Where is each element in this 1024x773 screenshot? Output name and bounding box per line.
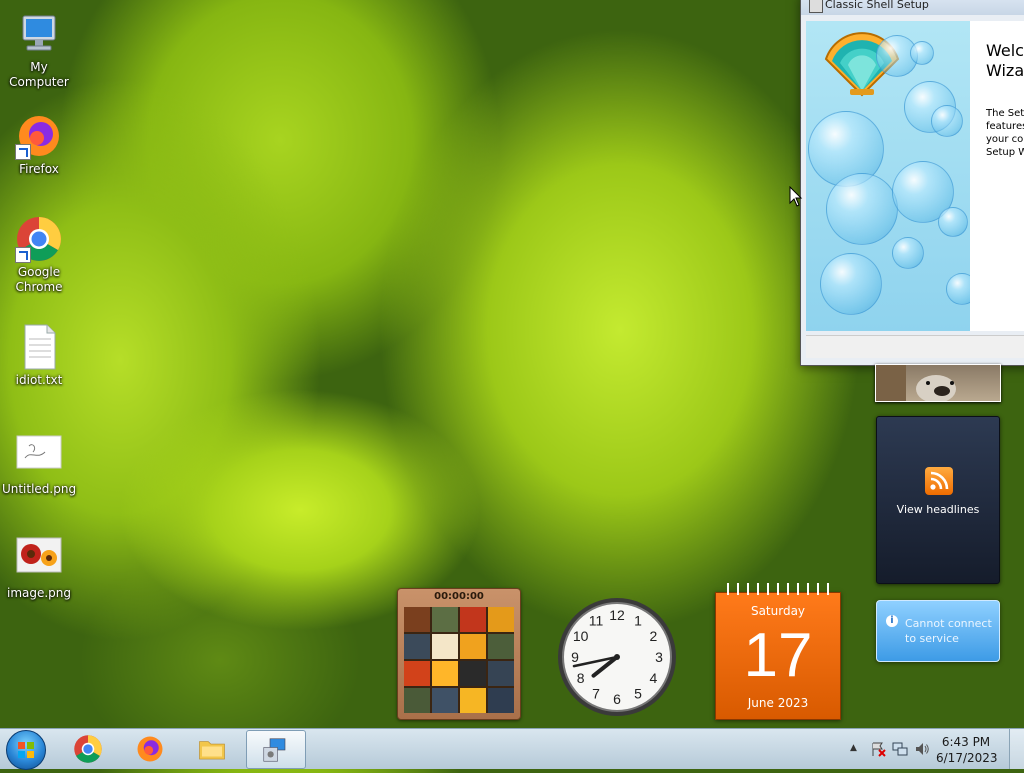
puzzle-tile[interactable] <box>432 634 458 659</box>
volume-icon[interactable] <box>914 741 930 761</box>
image-file-icon <box>15 536 63 584</box>
desktop-icon-label: idiot.txt <box>15 373 63 387</box>
clock-numeral: 3 <box>655 649 663 665</box>
info-icon: i <box>886 615 898 627</box>
desktop-icon-label: image.png <box>6 586 72 600</box>
window-title-bar[interactable]: Classic Shell Setup <box>801 0 1024 15</box>
puzzle-tile[interactable] <box>460 634 486 659</box>
chrome-icon <box>74 735 102 763</box>
desktop-icon-label: Google Chrome <box>15 265 63 294</box>
feed-headlines-gadget[interactable]: View headlines <box>876 416 1000 584</box>
text-file-icon <box>15 323 63 371</box>
setup-banner <box>806 21 970 331</box>
classic-shell-setup-window[interactable]: Classic Shell Setup Welco Wizar <box>800 0 1024 366</box>
show-desktop-button[interactable] <box>1009 729 1024 769</box>
calendar-month-year: June 2023 <box>747 696 809 710</box>
picture-puzzle-gadget[interactable]: 00:00:00 <box>397 588 521 720</box>
setup-app-icon <box>809 0 823 13</box>
network-icon[interactable] <box>892 741 908 761</box>
koala-photo <box>876 365 956 403</box>
calendar-day-number: 17 <box>743 621 813 690</box>
desktop-icon-label: My Computer <box>9 60 69 89</box>
puzzle-tile[interactable] <box>488 607 514 632</box>
clock-numeral: 2 <box>649 628 657 644</box>
puzzle-tile[interactable] <box>432 607 458 632</box>
firefox-icon <box>137 736 163 762</box>
puzzle-tile[interactable] <box>404 607 430 632</box>
puzzle-timer-value: 00:00:00 <box>434 591 484 602</box>
desktop-icon-idiot-txt[interactable]: idiot.txt <box>0 323 78 388</box>
clock-gadget[interactable]: 1 2 3 4 5 6 7 8 9 10 11 12 <box>553 595 681 717</box>
rss-icon <box>925 467 953 495</box>
clock-numeral: 1 <box>634 613 642 629</box>
desktop-icon-label: Firefox <box>19 162 59 176</box>
taskbar-firefox-button[interactable] <box>122 730 180 767</box>
taskbar-clock[interactable]: 6:43 PM 6/17/2023 <box>936 734 998 766</box>
setup-heading: Welco Wizar <box>986 41 1024 80</box>
weather-gadget[interactable]: i Cannot connect to service <box>876 600 1000 662</box>
desktop-icon-chrome[interactable]: Google Chrome <box>0 215 78 295</box>
puzzle-tile[interactable] <box>404 661 430 686</box>
puzzle-tile[interactable] <box>460 607 486 632</box>
puzzle-tile[interactable] <box>460 688 486 713</box>
clock-numeral: 9 <box>571 649 579 665</box>
puzzle-tile[interactable] <box>488 688 514 713</box>
clock-numeral: 8 <box>577 670 585 686</box>
mouse-cursor-icon <box>789 186 803 207</box>
setup-icon <box>263 738 286 762</box>
clock-numeral: 6 <box>613 691 621 707</box>
taskbar-explorer-button[interactable] <box>184 730 242 767</box>
taskbar-chrome-button[interactable] <box>60 730 118 767</box>
window-title: Classic Shell Setup <box>825 0 929 11</box>
show-hidden-icons-icon[interactable]: ▲ <box>850 743 857 753</box>
explorer-icon <box>199 741 225 760</box>
image-file-icon <box>15 432 63 480</box>
puzzle-tile[interactable] <box>488 634 514 659</box>
desktop-icon-my-computer[interactable]: My Computer <box>0 10 78 90</box>
setup-footer <box>806 335 1024 358</box>
shortcut-arrow-icon <box>15 247 31 263</box>
weather-status-text: Cannot connect to service <box>905 617 992 645</box>
shortcut-arrow-icon <box>15 144 31 160</box>
puzzle-tile[interactable] <box>432 688 458 713</box>
setup-description: The Setu features your cor Setup W <box>986 108 1024 158</box>
puzzle-tile[interactable] <box>432 661 458 686</box>
puzzle-grid[interactable] <box>404 607 514 713</box>
desktop-icon-label: Untitled.png <box>1 482 77 496</box>
system-tray: ▲ 6:43 PM 6/17/2023 <box>844 729 1024 769</box>
action-center-icon[interactable] <box>870 741 886 761</box>
taskbar-time: 6:43 PM <box>941 735 991 749</box>
puzzle-tile[interactable] <box>488 661 514 686</box>
taskbar-date: 6/17/2023 <box>936 751 998 765</box>
firefox-icon <box>15 112 63 160</box>
clock-numeral: 7 <box>592 685 600 701</box>
puzzle-tile[interactable] <box>404 634 430 659</box>
calendar-rings <box>722 583 834 595</box>
taskbar-setup-button[interactable] <box>246 730 306 769</box>
start-button[interactable] <box>6 730 46 770</box>
clock-numeral: 11 <box>589 613 604 629</box>
clock-numeral: 12 <box>609 607 625 623</box>
desktop-icon-untitled-png[interactable]: Untitled.png <box>0 432 78 497</box>
taskbar: ▲ 6:43 PM 6/17/2023 <box>0 728 1024 770</box>
clock-numeral: 10 <box>573 628 589 644</box>
clock-numeral: 4 <box>649 670 657 686</box>
setup-body: Welco Wizar The Setu features your cor S… <box>806 21 1024 331</box>
clock-numeral: 5 <box>634 685 642 701</box>
windows-logo-icon <box>18 742 34 758</box>
desktop-icon-firefox[interactable]: Firefox <box>0 112 78 177</box>
computer-icon <box>15 10 63 58</box>
view-headlines-link[interactable]: View headlines <box>877 503 999 516</box>
puzzle-tile[interactable] <box>460 661 486 686</box>
puzzle-tile[interactable] <box>404 688 430 713</box>
calendar-gadget[interactable]: Saturday 17 June 2023 <box>715 583 841 720</box>
slideshow-gadget[interactable] <box>875 364 1001 403</box>
calendar-weekday: Saturday <box>750 604 806 618</box>
chrome-icon <box>15 215 63 263</box>
desktop-icon-image-png[interactable]: image.png <box>0 536 78 601</box>
puzzle-timer: 00:00:00 <box>398 589 520 605</box>
